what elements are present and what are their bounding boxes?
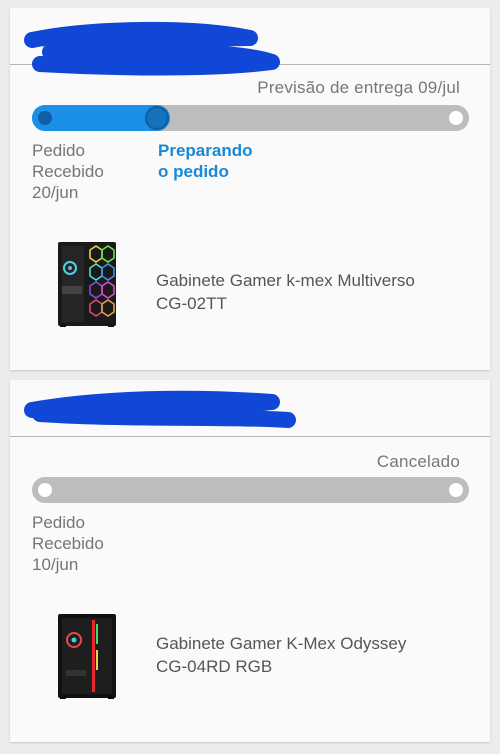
step-date: 10/jun (32, 555, 79, 574)
step-dot-final (449, 483, 463, 497)
product-name-line: CG-02TT (156, 294, 227, 313)
step-label: Pedido (32, 513, 85, 532)
step-received: Pedido Recebido 10/jun (32, 512, 104, 575)
order-card[interactable]: Cancelado Pedido Recebido 10/jun Gabinet… (10, 380, 490, 742)
step-dot-delivered (449, 111, 463, 125)
order-header: P...73072595463 (10, 8, 490, 76)
pc-case-image (58, 614, 116, 699)
step-label: Recebido (32, 162, 104, 181)
product-row[interactable]: Gabinete Gamer K-Mex Odyssey CG-04RD RGB (10, 610, 490, 710)
delivery-estimate: Previsão de entrega 09/jul (257, 78, 460, 97)
step-label: o pedido (158, 162, 229, 181)
redaction-scribble (24, 21, 280, 76)
step-dot-received (38, 111, 52, 125)
pc-case-image (58, 242, 116, 327)
order-card[interactable]: P...73072595463 Previsão de entrega 09/j… (10, 8, 490, 370)
step-dot-received (38, 483, 52, 497)
product-row[interactable]: Gabinete Gamer k-mex Multiverso CG-02TT (10, 238, 490, 338)
product-name[interactable]: Gabinete Gamer k-mex Multiverso CG-02TT (156, 269, 415, 315)
redaction-scribble (24, 390, 296, 428)
order-header (10, 380, 490, 437)
order-status: Cancelado (376, 452, 460, 471)
step-label: Preparando (158, 141, 253, 160)
step-label: Pedido (32, 141, 85, 160)
step-preparing: Preparando o pedido (158, 140, 252, 182)
step-label: Recebido (32, 534, 104, 553)
product-name-line: CG-04RD RGB (156, 657, 273, 676)
progress-track (32, 477, 469, 503)
progress-track (32, 105, 469, 131)
step-received: Pedido Recebido 20/jun (32, 140, 104, 203)
product-name-line: Gabinete Gamer K-Mex Odyssey (156, 634, 407, 653)
step-dot-preparing (145, 106, 169, 130)
step-date: 20/jun (32, 183, 79, 202)
product-name[interactable]: Gabinete Gamer K-Mex Odyssey CG-04RD RGB (156, 632, 406, 678)
product-name-line: Gabinete Gamer k-mex Multiverso (156, 271, 415, 290)
